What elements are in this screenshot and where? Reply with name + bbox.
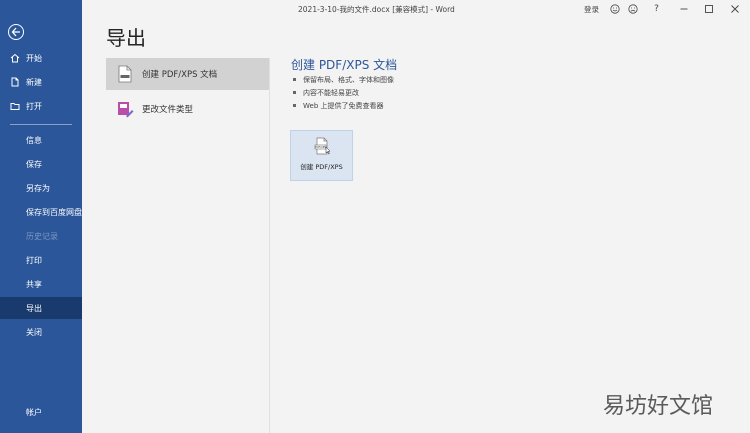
close-icon[interactable] xyxy=(729,3,740,14)
frown-icon[interactable] xyxy=(627,3,638,14)
pdf-document-icon xyxy=(114,65,136,83)
sidebar-item-label: 打开 xyxy=(26,101,42,111)
watermark: 易坊好文馆 xyxy=(603,394,714,419)
sidebar-item-label: 保存到百度网盘 xyxy=(26,207,82,217)
sidebar-item-label: 开始 xyxy=(26,53,42,63)
sidebar-item-label: 历史记录 xyxy=(26,231,58,241)
sidebar-item-close[interactable]: 关闭 xyxy=(0,321,82,343)
sidebar-item-account[interactable]: 帐户 xyxy=(0,401,82,423)
sidebar-item-label: 另存为 xyxy=(26,183,50,193)
pdf-document-icon: PDF/XPS xyxy=(313,137,331,159)
new-document-icon xyxy=(10,77,20,87)
bullet-item: 保留布局、格式、字体和图像 xyxy=(293,73,394,86)
sidebar-item-label: 共享 xyxy=(26,279,42,289)
file-type-icon xyxy=(114,100,136,118)
sidebar-item-share[interactable]: 共享 xyxy=(0,273,82,295)
button-label: 创建 PDF/XPS xyxy=(300,163,343,171)
detail-bullets: 保留布局、格式、字体和图像 内容不能轻易更改 Web 上提供了免费查看器 xyxy=(293,73,394,112)
option-label: 更改文件类型 xyxy=(142,105,194,115)
option-create-pdf-xps[interactable]: 创建 PDF/XPS 文档 xyxy=(106,58,270,90)
minimize-icon[interactable] xyxy=(678,3,689,14)
create-pdf-xps-button[interactable]: PDF/XPS 创建 PDF/XPS xyxy=(290,130,353,181)
option-label: 创建 PDF/XPS 文档 xyxy=(142,70,218,80)
sidebar-item-save-to-baidu[interactable]: 保存到百度网盘 xyxy=(0,201,82,223)
sidebar-item-info[interactable]: 信息 xyxy=(0,129,82,151)
bullet-item: 内容不能轻易更改 xyxy=(293,86,394,99)
detail-title: 创建 PDF/XPS 文档 xyxy=(291,58,398,72)
export-options-list: 创建 PDF/XPS 文档 更改文件类型 xyxy=(106,58,270,125)
option-change-file-type[interactable]: 更改文件类型 xyxy=(106,93,270,125)
sidebar-item-open[interactable]: 打开 xyxy=(0,95,82,117)
column-divider xyxy=(269,58,270,433)
home-icon xyxy=(10,53,20,63)
login-link[interactable]: 登录 xyxy=(584,4,599,15)
sidebar-item-save[interactable]: 保存 xyxy=(0,153,82,175)
pdf-badge-text: PDF/XPS xyxy=(315,145,326,149)
sidebar-item-export[interactable]: 导出 xyxy=(0,297,82,319)
title-bar: 2021-3-10-我的文件.docx [兼容模式] - Word 登录 ? xyxy=(82,0,750,18)
back-arrow-icon[interactable] xyxy=(8,24,24,40)
sidebar-item-label: 保存 xyxy=(26,159,42,169)
sidebar-item-new[interactable]: 新建 xyxy=(0,71,82,93)
maximize-icon[interactable] xyxy=(703,3,714,14)
sidebar-divider xyxy=(10,124,72,125)
sidebar-item-label: 新建 xyxy=(26,77,42,87)
sidebar-item-label: 导出 xyxy=(26,303,42,313)
bullet-item: Web 上提供了免费查看器 xyxy=(293,99,394,112)
sidebar-item-label: 关闭 xyxy=(26,327,42,337)
sidebar-item-history: 历史记录 xyxy=(0,225,82,247)
help-icon[interactable]: ? xyxy=(651,3,662,14)
sidebar-item-label: 打印 xyxy=(26,255,42,265)
backstage-sidebar: 开始 新建 打开 信息 保存 另存为 保存到百度网盘 历史记录 打印 共享 导出… xyxy=(0,0,82,433)
sidebar-item-print[interactable]: 打印 xyxy=(0,249,82,271)
sidebar-item-label: 信息 xyxy=(26,135,42,145)
sidebar-item-home[interactable]: 开始 xyxy=(0,47,82,69)
smile-icon[interactable] xyxy=(609,3,620,14)
open-folder-icon xyxy=(10,101,20,111)
page-title: 导出 xyxy=(106,26,146,50)
sidebar-item-label: 帐户 xyxy=(26,407,42,417)
window-title: 2021-3-10-我的文件.docx [兼容模式] - Word xyxy=(298,5,455,14)
sidebar-item-save-as[interactable]: 另存为 xyxy=(0,177,82,199)
